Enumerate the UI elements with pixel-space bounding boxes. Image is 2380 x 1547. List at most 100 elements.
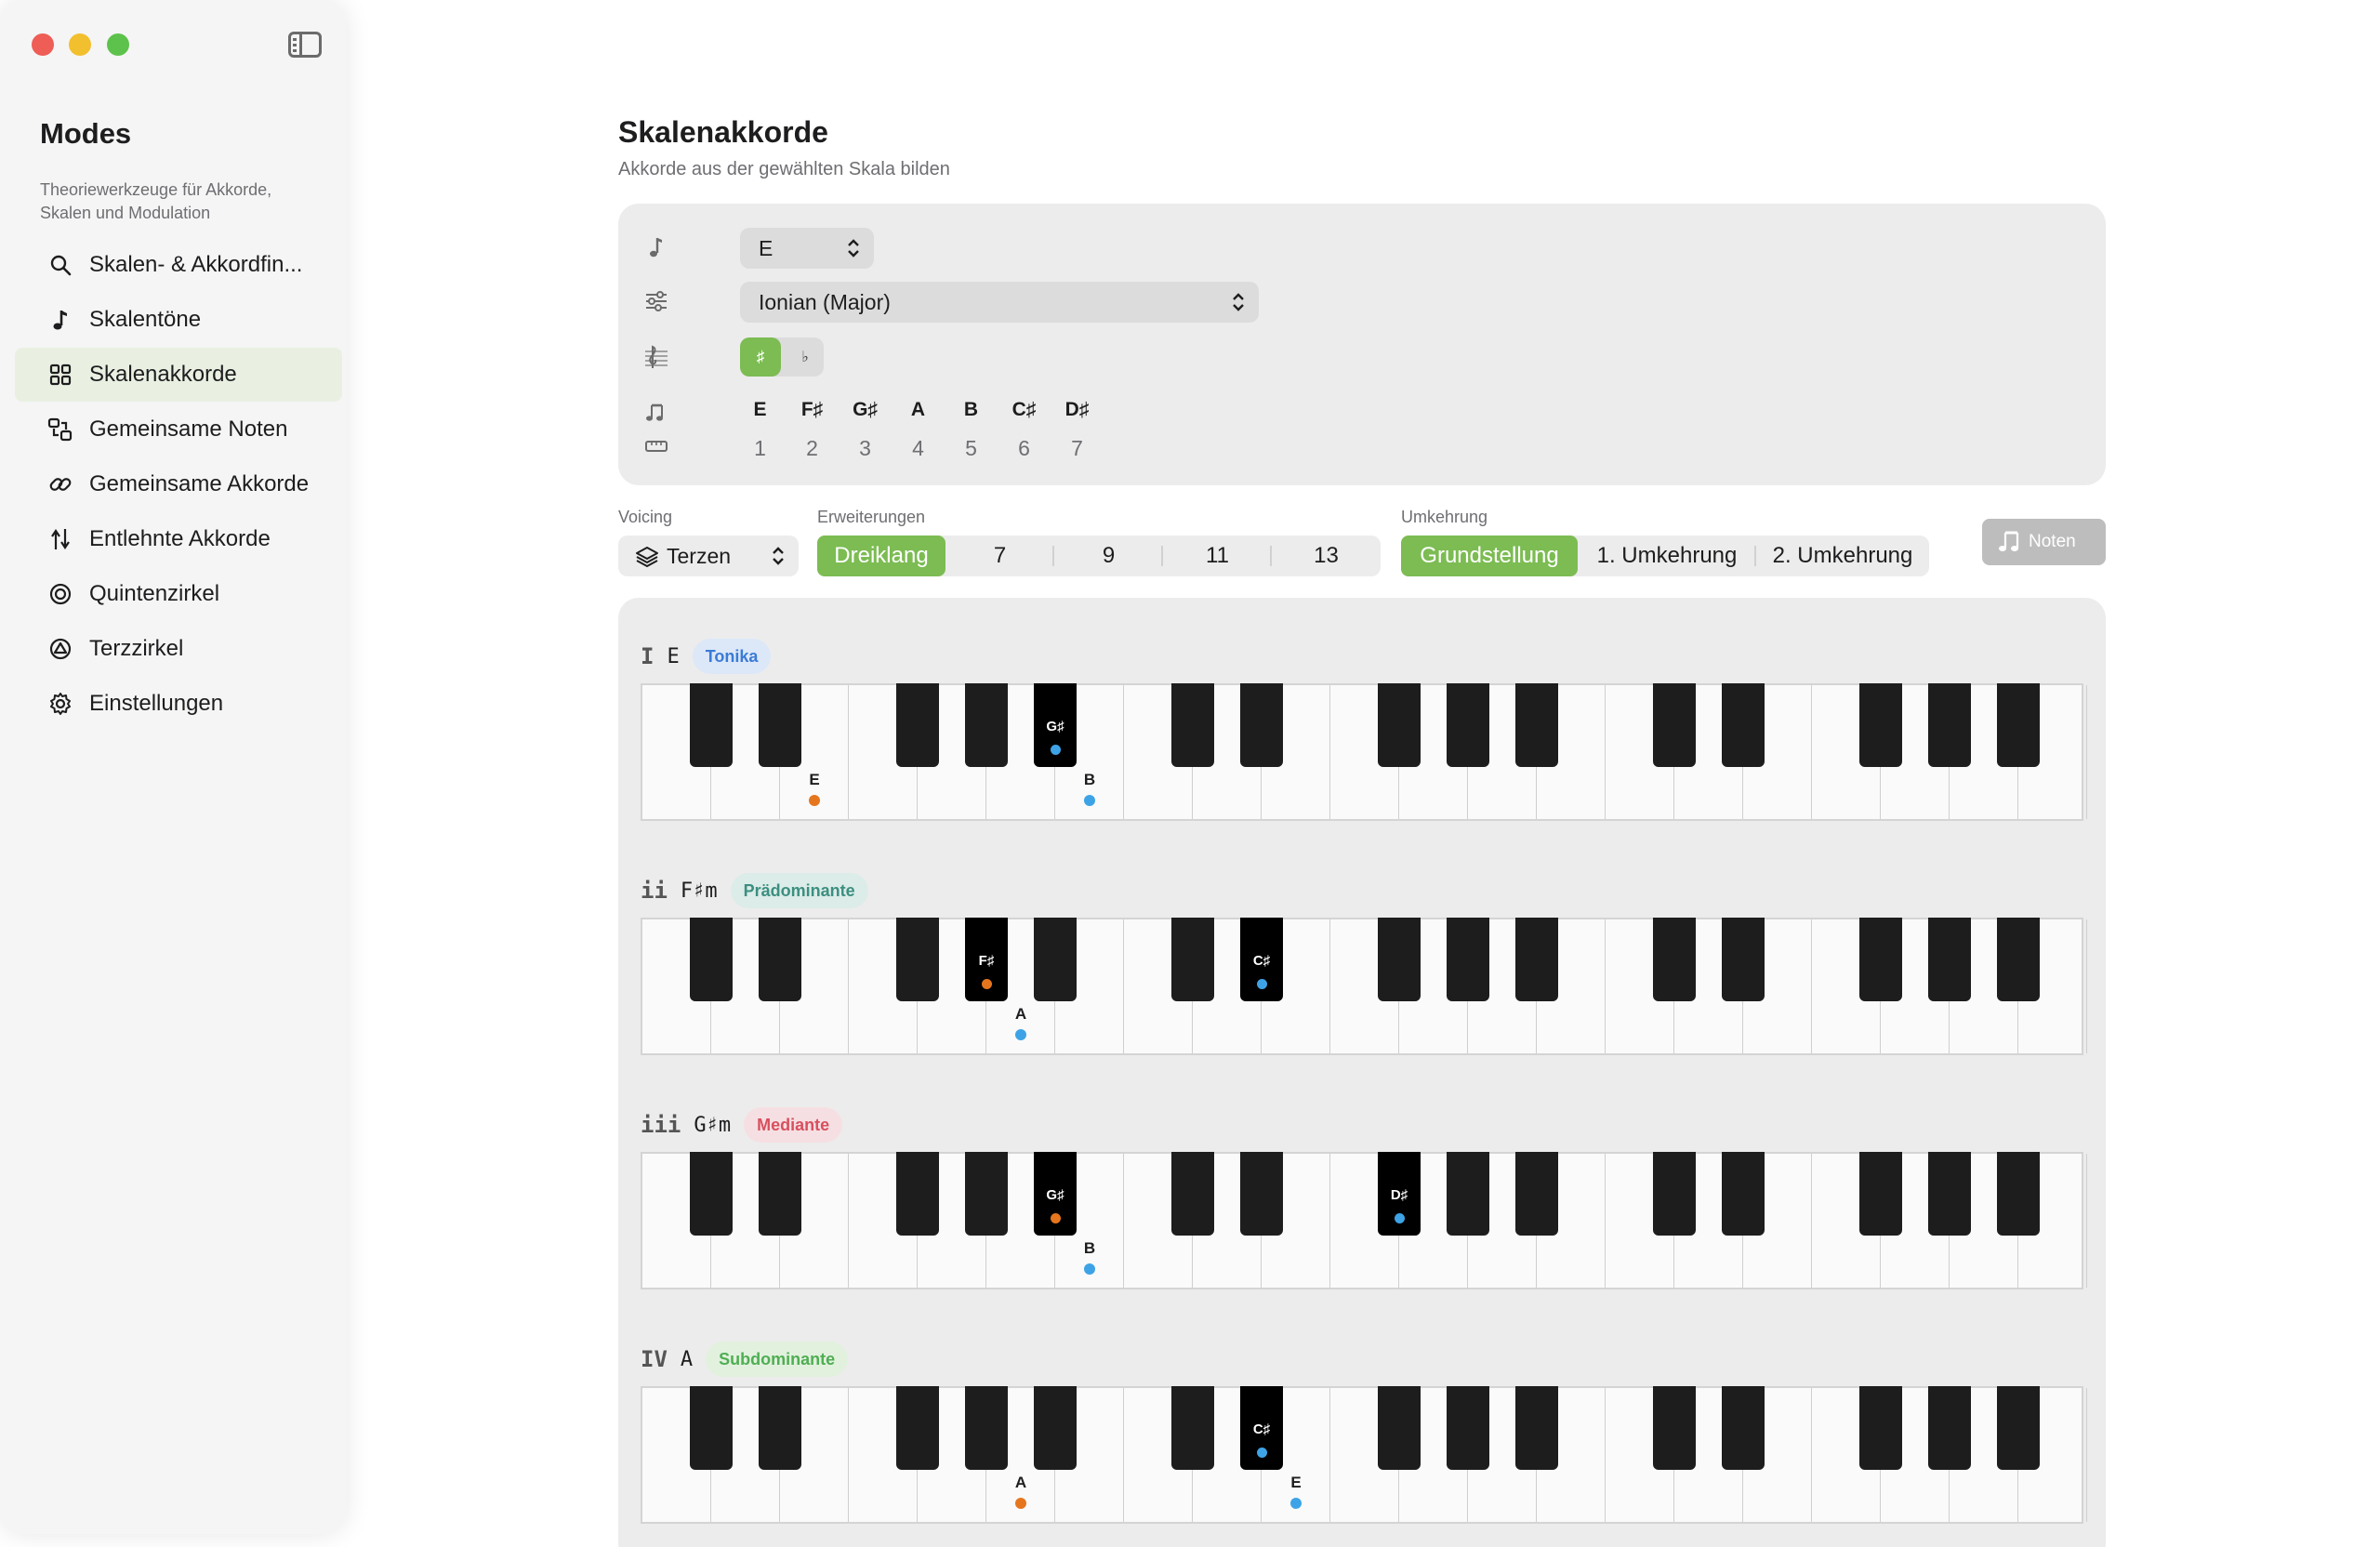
- app-title: Modes: [40, 117, 132, 150]
- inversion-option-label: 1. Umkehrung: [1596, 543, 1738, 568]
- black-key[interactable]: [1859, 918, 1902, 1001]
- black-key[interactable]: [1171, 918, 1214, 1001]
- root-note-select[interactable]: E: [740, 228, 874, 269]
- black-key[interactable]: [896, 1152, 939, 1236]
- black-key[interactable]: D♯: [1378, 1152, 1421, 1236]
- extension-option[interactable]: 11: [1163, 536, 1272, 576]
- extension-option[interactable]: 7: [945, 536, 1054, 576]
- sidebar-item-scale-chord-finder[interactable]: Skalen- & Akkordfin...: [15, 238, 342, 292]
- extension-option[interactable]: 9: [1054, 536, 1163, 576]
- sidebar-item-scale-chords[interactable]: Skalenakkorde: [15, 348, 342, 402]
- ruler-icon: [642, 432, 670, 460]
- black-key[interactable]: [1378, 918, 1421, 1001]
- black-key[interactable]: [965, 683, 1008, 767]
- black-key[interactable]: F♯: [965, 918, 1008, 1001]
- sidebar-toggle-icon[interactable]: [288, 32, 322, 58]
- black-key[interactable]: [1653, 683, 1696, 767]
- chord-tone-dot: [1395, 1213, 1405, 1223]
- flat-button[interactable]: ♭: [788, 337, 822, 377]
- black-key[interactable]: [1722, 1386, 1765, 1470]
- inversion-option[interactable]: Grundstellung: [1401, 536, 1578, 576]
- minimize-window-button[interactable]: [69, 33, 91, 56]
- black-key[interactable]: [1171, 1152, 1214, 1236]
- black-key[interactable]: [1928, 1152, 1971, 1236]
- black-key[interactable]: C♯: [1240, 918, 1283, 1001]
- gear-icon: [46, 690, 74, 718]
- black-key[interactable]: [896, 918, 939, 1001]
- black-key[interactable]: [1515, 918, 1558, 1001]
- inversion-option[interactable]: 2. Umkehrung: [1756, 536, 1929, 576]
- black-key[interactable]: [690, 1152, 733, 1236]
- extension-option[interactable]: 13: [1272, 536, 1381, 576]
- sharp-button[interactable]: ♯: [740, 337, 781, 377]
- black-key[interactable]: [1447, 1152, 1489, 1236]
- black-key[interactable]: [1928, 1386, 1971, 1470]
- sidebar-item-circle-of-thirds[interactable]: Terzzirkel: [15, 622, 342, 676]
- sidebar-item-common-chords[interactable]: Gemeinsame Akkorde: [15, 457, 342, 511]
- black-key[interactable]: [1515, 1386, 1558, 1470]
- black-key[interactable]: [1447, 918, 1489, 1001]
- extension-option-label: 7: [993, 543, 1007, 568]
- notes-button[interactable]: Noten: [1982, 519, 2106, 565]
- black-key[interactable]: [1859, 1386, 1902, 1470]
- mode-select[interactable]: Ionian (Major): [740, 282, 1259, 323]
- black-key[interactable]: [759, 683, 801, 767]
- black-key[interactable]: [759, 1152, 801, 1236]
- sidebar-item-borrowed-chords[interactable]: Entlehnte Akkorde: [15, 512, 342, 566]
- black-key[interactable]: [965, 1386, 1008, 1470]
- inversion-segmented-control: Grundstellung 1. Umkehrung 2. Umkehrung: [1401, 536, 1929, 576]
- scale-note: C♯: [1012, 399, 1037, 420]
- black-key[interactable]: [1447, 1386, 1489, 1470]
- black-key[interactable]: [1240, 683, 1283, 767]
- zoom-window-button[interactable]: [107, 33, 129, 56]
- black-key[interactable]: [1378, 1386, 1421, 1470]
- black-key[interactable]: [1653, 918, 1696, 1001]
- black-key[interactable]: [690, 918, 733, 1001]
- black-key[interactable]: [1171, 1386, 1214, 1470]
- black-key[interactable]: [1997, 918, 2040, 1001]
- chord-header: ii F♯m Prädominante: [641, 873, 868, 908]
- sidebar-item-common-notes[interactable]: Gemeinsame Noten: [15, 403, 342, 456]
- black-key[interactable]: [1515, 683, 1558, 767]
- black-key[interactable]: [1653, 1386, 1696, 1470]
- close-window-button[interactable]: [32, 33, 54, 56]
- black-key[interactable]: C♯: [1240, 1386, 1283, 1470]
- black-key[interactable]: [1722, 918, 1765, 1001]
- black-key[interactable]: [1928, 918, 1971, 1001]
- black-key[interactable]: [1997, 1152, 2040, 1236]
- black-key[interactable]: [1859, 1152, 1902, 1236]
- black-key[interactable]: [759, 918, 801, 1001]
- sidebar-item-settings[interactable]: Einstellungen: [15, 677, 342, 731]
- black-key[interactable]: [896, 1386, 939, 1470]
- black-key[interactable]: [896, 683, 939, 767]
- black-key[interactable]: [1515, 1152, 1558, 1236]
- inversion-option[interactable]: 1. Umkehrung: [1578, 536, 1756, 576]
- black-key[interactable]: [1447, 683, 1489, 767]
- black-key[interactable]: [1240, 1152, 1283, 1236]
- black-key[interactable]: G♯: [1034, 1152, 1077, 1236]
- voicing-value: Terzen: [667, 543, 732, 568]
- sidebar-item-scale-tones[interactable]: Skalentöne: [15, 293, 342, 347]
- black-key[interactable]: [1378, 683, 1421, 767]
- black-key[interactable]: [1722, 1152, 1765, 1236]
- black-key[interactable]: G♯: [1034, 683, 1077, 767]
- black-key[interactable]: [1034, 918, 1077, 1001]
- black-key[interactable]: [1171, 683, 1214, 767]
- extension-option[interactable]: Dreiklang: [817, 536, 945, 576]
- sidebar-item-circle-of-fifths[interactable]: Quintenzirkel: [15, 567, 342, 621]
- black-key[interactable]: [690, 683, 733, 767]
- black-key[interactable]: [965, 1152, 1008, 1236]
- black-key[interactable]: [1928, 683, 1971, 767]
- black-key[interactable]: [759, 1386, 801, 1470]
- black-key[interactable]: [1997, 1386, 2040, 1470]
- black-key[interactable]: [1034, 1386, 1077, 1470]
- black-key[interactable]: [1722, 683, 1765, 767]
- black-key[interactable]: [1997, 683, 2040, 767]
- black-key[interactable]: [690, 1386, 733, 1470]
- scale-degree: 6: [1018, 436, 1030, 460]
- voicing-select[interactable]: Terzen: [618, 536, 799, 576]
- black-key[interactable]: [1859, 683, 1902, 767]
- black-key[interactable]: [1653, 1152, 1696, 1236]
- piano-keyboard: E B G♯: [641, 683, 2087, 821]
- voicing-label: Voicing: [618, 508, 673, 526]
